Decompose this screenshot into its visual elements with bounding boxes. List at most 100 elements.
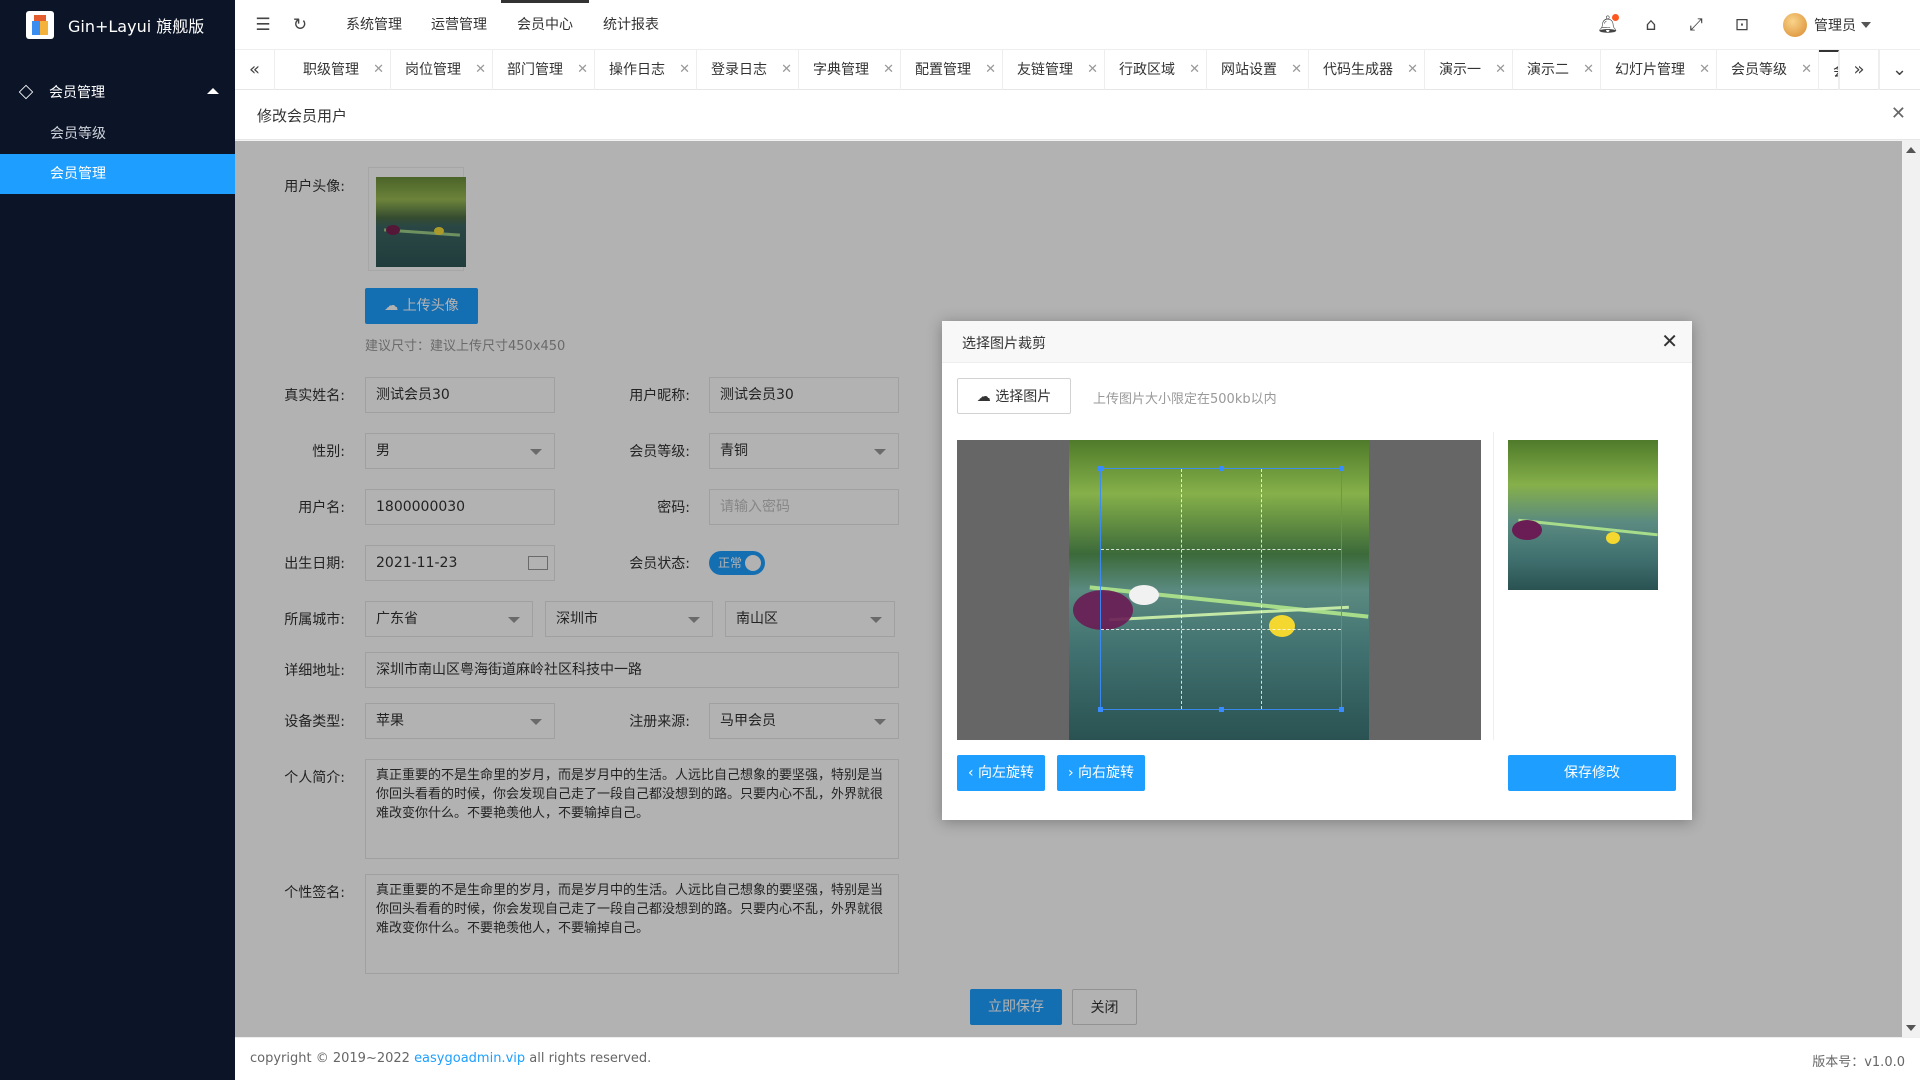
tab-item[interactable]: 字典管理 ✕ [799,50,901,90]
close-icon[interactable]: ✕ [1189,50,1200,90]
choose-image-label: 选择图片 [995,389,1052,405]
tab-label: 友链管理 [1017,62,1073,78]
scroll-up-icon[interactable] [1906,147,1916,153]
tab-item[interactable]: 登录日志 ✕ [697,50,799,90]
crop-handle[interactable] [1339,466,1344,471]
close-icon[interactable]: ✕ [781,50,792,90]
rotate-left-label: 向左旋转 [978,765,1035,781]
tab-item[interactable]: 幻灯片管理 ✕ [1601,50,1717,90]
save-crop-button[interactable]: 保存修改 [1508,755,1676,791]
crop-modal: 选择图片裁剪 ✕ ☁ 选择图片 上传图片大小限定在500kb以内 ‹ 向左旋转 … [942,321,1692,820]
tab-item[interactable]: 演示一 ✕ [1425,50,1513,90]
preview-divider [1493,432,1494,740]
close-icon[interactable]: ✕ [985,50,996,90]
tab-item[interactable]: 部门管理 ✕ [493,50,595,90]
avatar[interactable] [1783,13,1807,37]
tab-label: 登录日志 [711,62,767,78]
close-icon[interactable]: ✕ [1087,50,1098,90]
rights-text: all rights reserved. [525,1051,652,1066]
tab-label: 部门管理 [507,62,563,78]
tab-label: 幻灯片管理 [1615,62,1685,78]
rotate-right-label: 向右旋转 [1078,765,1135,781]
modal-header: 选择图片裁剪 ✕ [942,321,1692,363]
tab-item[interactable]: 会员等级 ✕ [1717,50,1819,90]
tabs-scroll-right-icon[interactable]: » [1839,50,1879,90]
menu-toggle-icon[interactable]: ☰ [253,15,273,35]
top-header: ☰ ↻ 系统管理 运营管理 会员中心 统计报表 🔔︎ ⌂ ⤢ ⊡ 管理员 [235,0,1920,50]
tab-item[interactable]: 职级管理 ✕ [289,50,391,90]
sidebar-item-member-level[interactable]: 会员等级 [0,114,235,154]
tab-item-active[interactable]: 会 [1819,50,1839,90]
topnav-stats[interactable]: 统计报表 [603,0,659,50]
sidebar-group-member[interactable]: 会员管理 [0,70,235,114]
tab-item[interactable]: 岗位管理 ✕ [391,50,493,90]
tabs-scroll-left-icon[interactable]: « [235,50,275,90]
topnav-system[interactable]: 系统管理 [346,0,402,50]
upload-size-hint: 上传图片大小限定在500kb以内 [1093,392,1277,407]
topnav-operation[interactable]: 运营管理 [431,0,487,50]
tab-label: 演示一 [1439,62,1481,78]
crop-handle[interactable] [1219,707,1224,712]
close-icon[interactable]: ✕ [1407,50,1418,90]
chevron-down-icon[interactable] [1861,22,1871,28]
rotate-left-button[interactable]: ‹ 向左旋转 [957,755,1045,791]
tab-item[interactable]: 行政区域 ✕ [1105,50,1207,90]
rotate-right-button[interactable]: › 向右旋转 [1057,755,1145,791]
close-icon[interactable]: ✕ [1801,50,1812,90]
close-icon[interactable]: ✕ [1583,50,1594,90]
footer-link[interactable]: easygoadmin.vip [414,1051,525,1066]
refresh-icon[interactable]: ↻ [290,15,310,35]
choose-image-button[interactable]: ☁ 选择图片 [957,378,1071,414]
tab-label: 配置管理 [915,62,971,78]
page-header: 修改会员用户 ✕ [235,90,1920,140]
close-icon[interactable]: ✕ [577,50,588,90]
close-icon[interactable]: ✕ [679,50,690,90]
tab-label: 会员等级 [1731,62,1787,78]
copyright: copyright © 2019~2022 easygoadmin.vip al… [250,1051,651,1066]
footer: copyright © 2019~2022 easygoadmin.vip al… [235,1037,1920,1080]
tab-label: 操作日志 [609,62,665,78]
tag-icon[interactable]: ⌂ [1641,15,1661,35]
tabs-menu-chevron-icon[interactable]: ⌄ [1879,50,1919,90]
crop-canvas[interactable] [957,440,1481,740]
copyright-text: copyright © 2019~2022 [250,1051,415,1066]
topnav-member[interactable]: 会员中心 [501,0,589,50]
close-icon[interactable]: ✕ [1291,50,1302,90]
close-icon[interactable]: ✕ [1661,329,1678,353]
crop-handle[interactable] [1339,707,1344,712]
app-title: Gin+Layui 旗舰版 [68,17,205,36]
close-icon[interactable]: ✕ [1891,103,1906,124]
lock-icon[interactable]: ⊡ [1732,15,1752,35]
fullscreen-icon[interactable]: ⤢ [1686,15,1706,35]
sidebar: Gin+Layui 旗舰版 会员管理 会员等级 会员管理 [0,0,235,1080]
crop-preview [1508,440,1658,590]
sidebar-group-label: 会员管理 [49,85,105,101]
tab-item[interactable]: 网站设置 ✕ [1207,50,1309,90]
close-icon[interactable]: ✕ [1495,50,1506,90]
tab-label: 演示二 [1527,62,1569,78]
tab-item[interactable]: 代码生成器 ✕ [1309,50,1425,90]
tab-item[interactable]: 配置管理 ✕ [901,50,1003,90]
app-logo[interactable]: Gin+Layui 旗舰版 [0,0,235,50]
tab-label: 行政区域 [1119,62,1175,78]
close-icon[interactable]: ✕ [883,50,894,90]
modal-title: 选择图片裁剪 [962,336,1046,352]
crop-handle[interactable] [1098,707,1103,712]
notification-dot [1612,14,1619,21]
tab-item[interactable]: 操作日志 ✕ [595,50,697,90]
crop-selection[interactable] [1098,466,1344,712]
version: 版本号：v1.0.0 [1812,1055,1905,1070]
close-icon[interactable]: ✕ [373,50,384,90]
sidebar-item-member-manage[interactable]: 会员管理 [0,154,235,194]
close-icon[interactable]: ✕ [475,50,486,90]
crop-handle[interactable] [1219,466,1224,471]
bell-icon[interactable]: 🔔︎ [1597,14,1619,35]
crop-handle[interactable] [1098,466,1103,471]
tab-item[interactable]: 演示二 ✕ [1513,50,1601,90]
tab-item[interactable]: 友链管理 ✕ [1003,50,1105,90]
user-name[interactable]: 管理员 [1814,15,1856,35]
page-title: 修改会员用户 [257,107,348,125]
scroll-down-icon[interactable] [1906,1025,1916,1031]
close-icon[interactable]: ✕ [1699,50,1710,90]
scrollbar[interactable] [1902,141,1920,1037]
